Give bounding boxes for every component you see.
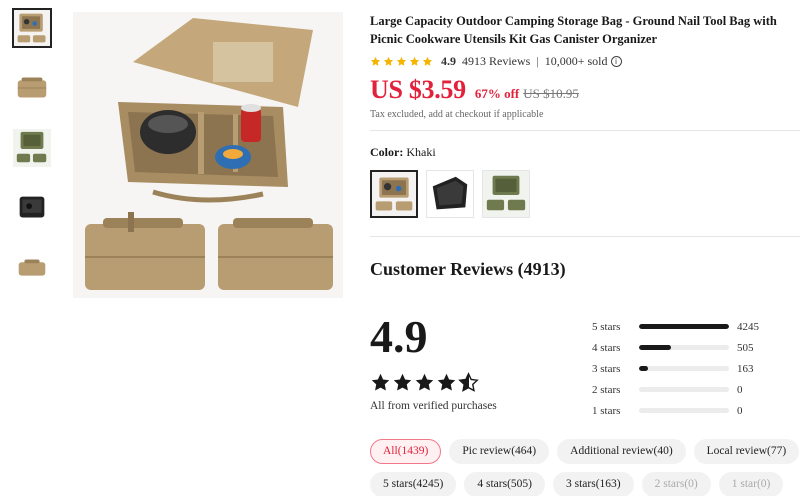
color-label-prefix: Color: xyxy=(370,145,407,159)
rating-value: 4.9 xyxy=(441,54,456,68)
thumbnail-4[interactable] xyxy=(12,188,52,228)
filter-chip[interactable]: 3 stars(163) xyxy=(553,472,634,496)
distribution-bar xyxy=(639,366,729,371)
original-price: US $10.95 xyxy=(523,86,579,101)
distribution-row: 5 stars 4245 xyxy=(592,316,800,337)
rating-distribution: 5 stars 4245 4 stars 505 3 stars 163 2 s… xyxy=(592,316,800,421)
main-product-image[interactable] xyxy=(73,12,343,298)
green-bag-image xyxy=(483,171,529,217)
divider xyxy=(370,130,800,131)
khaki-bag-image xyxy=(372,172,416,216)
distribution-count: 0 xyxy=(737,404,743,417)
filter-chip[interactable]: 4 stars(505) xyxy=(464,472,545,496)
bag-closed-image xyxy=(13,69,51,107)
star-icon xyxy=(409,56,420,66)
bag-open-image xyxy=(14,10,50,46)
distribution-bar xyxy=(639,387,729,392)
filter-chip[interactable]: Local review(77) xyxy=(693,439,800,464)
thumbnail-3[interactable] xyxy=(12,128,52,168)
distribution-count: 505 xyxy=(737,341,754,354)
current-price: US $3.59 xyxy=(370,75,466,104)
sold-count: 10,000+ sold xyxy=(544,54,608,68)
distribution-label: 2 stars xyxy=(592,383,621,396)
bag-side-image xyxy=(13,249,51,287)
filter-chip[interactable]: Additional review(40) xyxy=(557,439,686,464)
swatch-green[interactable] xyxy=(482,170,530,218)
star-icon xyxy=(415,373,434,391)
thumbnail-2[interactable] xyxy=(12,68,52,108)
star-icon xyxy=(422,56,433,66)
distribution-row: 2 stars 0 xyxy=(592,379,800,400)
color-swatches xyxy=(370,170,795,218)
distribution-bar-fill xyxy=(639,345,672,350)
bag-black-image xyxy=(13,189,51,227)
swatch-black[interactable] xyxy=(426,170,474,218)
distribution-bar xyxy=(639,324,729,329)
verified-note: All from verified purchases xyxy=(370,400,497,412)
reviews-link[interactable]: 4913 Reviews xyxy=(462,54,530,69)
product-info: Large Capacity Outdoor Camping Storage B… xyxy=(370,12,800,280)
star-icon xyxy=(393,373,412,391)
tax-note: Tax excluded, add at checkout if applica… xyxy=(370,109,544,120)
thumbnail-strip xyxy=(12,8,56,298)
filter-row: 5 stars(4245) 4 stars(505) 3 stars(163) … xyxy=(370,472,800,496)
thumbnail-5[interactable] xyxy=(12,248,52,288)
distribution-bar xyxy=(639,345,729,350)
distribution-bar-fill xyxy=(639,366,648,371)
selected-color: Khaki xyxy=(406,145,436,159)
average-rating: 4.9 xyxy=(370,311,428,362)
distribution-row: 4 stars 505 xyxy=(592,337,800,358)
distribution-bar-fill xyxy=(639,324,729,329)
rating-summary: 4.9 4913 Reviews | 10,000+ sold i xyxy=(370,54,795,69)
distribution-count: 163 xyxy=(737,362,754,375)
star-icon xyxy=(383,56,394,66)
filter-chip[interactable]: 1 star(0) xyxy=(718,472,784,496)
filter-row: All(1439) Pic review(464) Additional rev… xyxy=(370,439,800,464)
distribution-count: 0 xyxy=(737,383,743,396)
filter-chip[interactable]: Pic review(464) xyxy=(449,439,550,464)
rating-stars xyxy=(370,56,433,67)
product-title: Large Capacity Outdoor Camping Storage B… xyxy=(370,14,777,46)
half-star-icon xyxy=(458,372,479,392)
distribution-label: 5 stars xyxy=(592,320,621,333)
filter-chip[interactable]: 5 stars(4245) xyxy=(370,472,457,496)
filter-chip[interactable]: 2 stars(0) xyxy=(641,472,711,496)
divider xyxy=(370,236,800,237)
distribution-row: 3 stars 163 xyxy=(592,358,800,379)
average-rating-stars xyxy=(370,372,479,393)
info-icon[interactable]: i xyxy=(610,56,622,67)
price-row: US $3.59 67% off US $10.95 xyxy=(370,75,795,105)
filter-chip[interactable]: All(1439) xyxy=(370,439,442,464)
swatch-khaki[interactable] xyxy=(370,170,418,218)
thumbnail-1[interactable] xyxy=(12,8,52,48)
discount-badge: 67% off xyxy=(474,86,520,101)
color-label: Color: Khaki xyxy=(370,145,795,160)
star-icon xyxy=(396,56,407,66)
distribution-count: 4245 xyxy=(737,320,759,333)
reviews-heading: Customer Reviews (4913) xyxy=(370,259,566,279)
distribution-row: 1 stars 0 xyxy=(592,400,800,421)
black-bag-image xyxy=(427,171,473,217)
bag-green-image xyxy=(13,129,51,167)
distribution-bar xyxy=(639,408,729,413)
separator: | xyxy=(536,54,539,68)
star-icon xyxy=(437,373,456,391)
distribution-label: 4 stars xyxy=(592,341,621,354)
star-icon xyxy=(370,56,381,66)
star-icon xyxy=(371,373,390,391)
distribution-label: 1 stars xyxy=(592,404,621,417)
camping-bag-image xyxy=(73,12,343,298)
review-filters: All(1439) Pic review(464) Additional rev… xyxy=(370,439,800,496)
distribution-label: 3 stars xyxy=(592,362,621,375)
